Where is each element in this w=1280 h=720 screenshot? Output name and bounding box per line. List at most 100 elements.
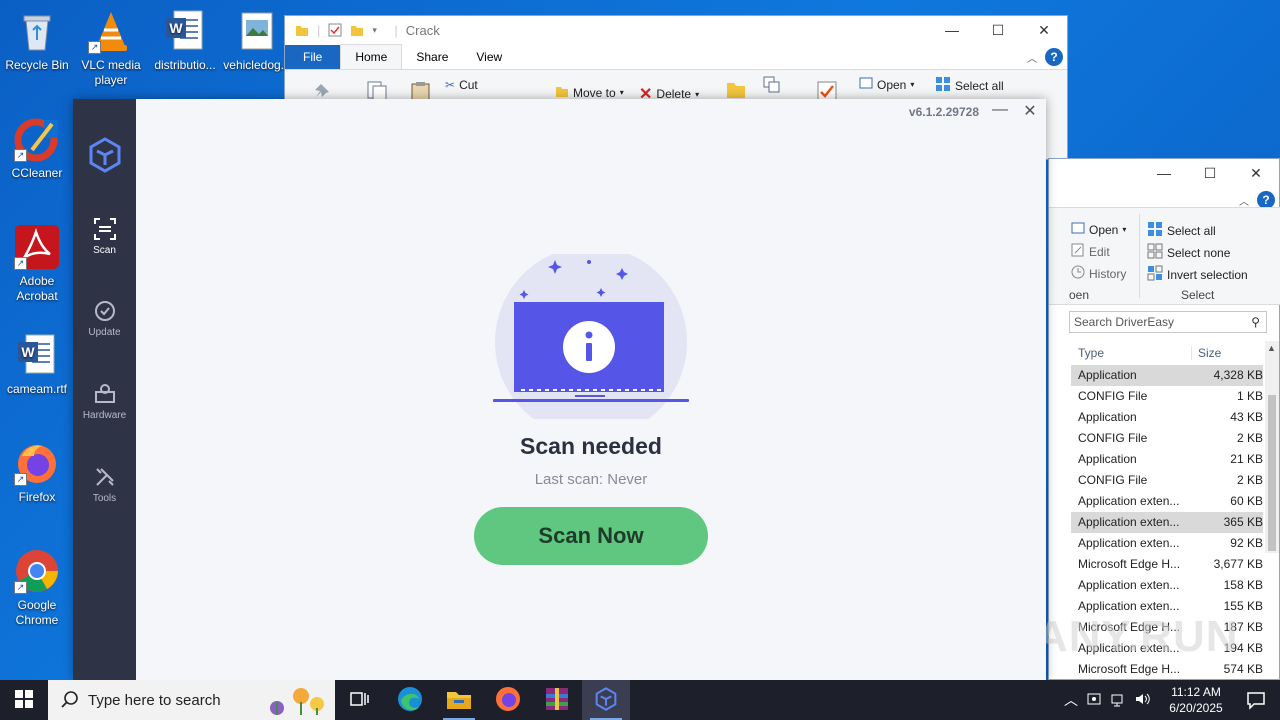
task-view-button[interactable] xyxy=(336,680,384,720)
collapse-ribbon-icon[interactable]: ︿ xyxy=(1027,50,1037,65)
file-row[interactable]: Application 4,328 KB xyxy=(1071,365,1263,386)
explorer-window-drivereasy[interactable]: — ☐ ✕ ︿ ? Open ▾ Edit History oen Select… xyxy=(1048,158,1280,680)
file-size: 1 KB xyxy=(1236,389,1263,403)
file-type: Application exten... xyxy=(1078,515,1180,529)
desktop-icon-distribution-doc[interactable]: W distributio... xyxy=(148,8,222,73)
scrollbar-thumb[interactable] xyxy=(1268,395,1276,551)
file-row[interactable]: CONFIG File 2 KB xyxy=(1071,428,1263,449)
ribbon: Open ▾ Edit History oen Select all Selec… xyxy=(1049,207,1280,305)
chevron-down-icon[interactable]: ▾ xyxy=(372,23,386,37)
window-controls: — ☐ ✕ xyxy=(929,16,1067,44)
taskbar-app-drivereasy[interactable] xyxy=(582,680,630,720)
search-input[interactable]: Search DriverEasy ⚲ xyxy=(1069,311,1267,333)
cut-button[interactable]: ✂ Cut xyxy=(445,78,478,92)
properties-icon[interactable] xyxy=(328,23,342,37)
scan-needed-illustration xyxy=(493,246,693,438)
open-button[interactable]: Open ▾ xyxy=(859,76,914,93)
drivereasy-icon xyxy=(594,686,618,714)
file-size: 60 KB xyxy=(1230,494,1263,508)
show-hidden-icons-chevron-icon[interactable]: ︿ xyxy=(1064,690,1078,710)
clock-date: 6/20/2025 xyxy=(1169,701,1223,715)
version-label: v6.1.2.29728 xyxy=(908,105,979,119)
search-icon xyxy=(60,690,80,710)
drivereasy-logo-icon xyxy=(87,137,123,173)
tab-share[interactable]: Share xyxy=(402,45,462,69)
taskbar-app-file-explorer[interactable] xyxy=(435,680,483,720)
edge-icon xyxy=(397,686,423,715)
invert-selection-button[interactable]: Invert selection xyxy=(1147,265,1248,284)
tab-view[interactable]: View xyxy=(462,45,516,69)
desktop-icon-ccleaner[interactable]: ↗ CCleaner xyxy=(0,116,74,181)
select-none-button[interactable]: Select none xyxy=(1147,243,1230,262)
device-icon[interactable] xyxy=(1086,691,1102,710)
clock[interactable]: 11:12 AM 6/20/2025 xyxy=(1160,684,1232,716)
new-folder-icon[interactable] xyxy=(350,23,364,37)
close-button[interactable]: ✕ xyxy=(1020,101,1040,121)
history-icon xyxy=(1071,265,1085,282)
taskbar-search-box[interactable]: Type here to search xyxy=(48,680,335,720)
desktop-icon-recycle-bin[interactable]: Recycle Bin xyxy=(0,8,74,73)
file-size: 4,328 KB xyxy=(1213,368,1263,382)
scroll-up-icon[interactable]: ▲ xyxy=(1267,343,1276,353)
file-type: CONFIG File xyxy=(1078,473,1148,487)
nav-update[interactable]: Update xyxy=(73,299,136,338)
file-row[interactable]: Microsoft Edge H... 574 KB xyxy=(1071,659,1263,680)
file-row[interactable]: Microsoft Edge H... 3,677 KB xyxy=(1071,554,1263,575)
scan-now-button[interactable]: Scan Now xyxy=(474,507,708,565)
close-button[interactable]: ✕ xyxy=(1233,159,1279,187)
column-headers: Type Size xyxy=(1071,341,1263,365)
taskbar-app-firefox[interactable] xyxy=(484,680,532,720)
file-row[interactable]: Application exten... 92 KB xyxy=(1071,533,1263,554)
file-row[interactable]: CONFIG File 1 KB xyxy=(1071,386,1263,407)
nav-hardware[interactable]: Hardware xyxy=(73,382,136,421)
minimize-button[interactable]: — xyxy=(1141,159,1187,187)
last-scan-label: Last scan: Never xyxy=(534,471,648,488)
start-button[interactable] xyxy=(0,680,48,720)
taskbar-app-edge[interactable] xyxy=(386,680,434,720)
desktop-icon-google-chrome[interactable]: ↗ Google Chrome xyxy=(0,548,74,628)
select-all-button[interactable]: Select all xyxy=(935,76,1004,95)
nav-scan[interactable]: Scan xyxy=(73,217,136,256)
shortcut-arrow-icon: ↗ xyxy=(14,257,27,270)
close-button[interactable]: ✕ xyxy=(1021,16,1067,44)
help-icon[interactable]: ? xyxy=(1045,48,1063,66)
open-button[interactable]: Open ▾ xyxy=(1071,221,1126,238)
column-type[interactable]: Type xyxy=(1078,346,1104,360)
desktop-icon-vehicledog[interactable]: vehicledog... xyxy=(222,8,292,73)
volume-icon[interactable] xyxy=(1134,691,1152,710)
open-group-label: oen xyxy=(1069,288,1090,302)
nav-tools[interactable]: Tools xyxy=(73,465,136,504)
new-folder-icon[interactable] xyxy=(725,78,747,100)
file-row[interactable]: CONFIG File 2 KB xyxy=(1071,470,1263,491)
minimize-button[interactable]: — xyxy=(929,16,975,44)
file-type: Application xyxy=(1078,452,1137,466)
vertical-scrollbar[interactable]: ▲ xyxy=(1265,341,1279,553)
maximize-button[interactable]: ☐ xyxy=(975,16,1021,44)
tab-file[interactable]: File xyxy=(285,45,341,69)
window-title: Crack xyxy=(405,22,440,38)
file-row[interactable]: Application exten... 158 KB xyxy=(1071,575,1263,596)
chevron-down-icon: ▾ xyxy=(695,89,700,99)
file-row[interactable]: Application 21 KB xyxy=(1071,449,1263,470)
desktop-icon-vlc[interactable]: ↗ VLC media player xyxy=(74,8,148,88)
tab-home[interactable]: Home xyxy=(340,44,403,69)
notification-center-button[interactable] xyxy=(1246,690,1266,710)
taskbar-app-winrar[interactable] xyxy=(533,680,581,720)
new-item-icon[interactable] xyxy=(761,74,783,96)
network-icon[interactable] xyxy=(1110,691,1126,710)
file-row[interactable]: Application 43 KB xyxy=(1071,407,1263,428)
drivereasy-window[interactable]: Scan Update Hardware Tools v6.1.2.29728 … xyxy=(73,99,1046,680)
desktop-icon-cameam-rtf[interactable]: W cameam.rtf xyxy=(0,332,74,397)
scan-icon xyxy=(93,217,117,241)
collapse-ribbon-icon[interactable]: ︿ xyxy=(1239,193,1249,208)
file-row[interactable]: Application exten... 365 KB xyxy=(1071,512,1263,533)
file-row[interactable]: Application exten... 60 KB xyxy=(1071,491,1263,512)
desktop-icon-adobe-acrobat[interactable]: ↗ Adobe Acrobat xyxy=(0,224,74,304)
edit-button[interactable]: Edit xyxy=(1071,243,1110,260)
column-size[interactable]: Size xyxy=(1191,346,1221,360)
desktop-icon-firefox[interactable]: ↗ Firefox xyxy=(0,440,74,505)
history-button[interactable]: History xyxy=(1071,265,1126,282)
maximize-button[interactable]: ☐ xyxy=(1187,159,1233,187)
minimize-button[interactable]: — xyxy=(990,101,1010,121)
select-all-button[interactable]: Select all xyxy=(1147,221,1216,240)
